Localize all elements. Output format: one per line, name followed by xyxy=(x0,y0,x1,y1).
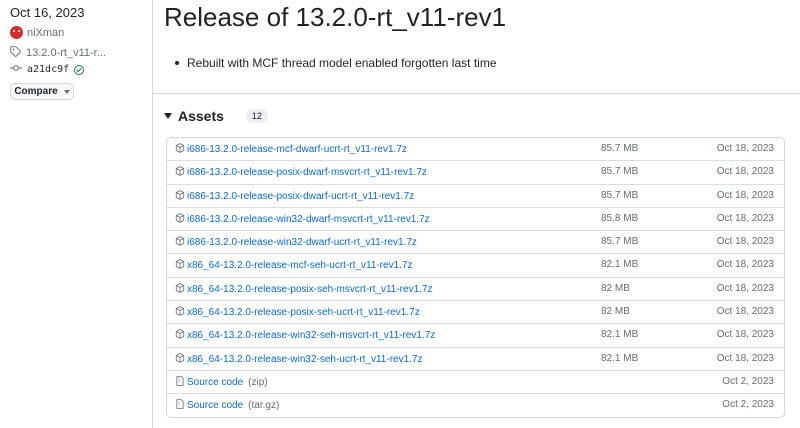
asset-link[interactable]: x86_64-13.2.0-release-mcf-seh-ucrt-rt_v1… xyxy=(175,259,417,272)
asset-name[interactable]: Source code xyxy=(187,377,243,388)
tag-link[interactable]: 13.2.0-rt_v11-r... xyxy=(10,46,106,60)
asset-row: i686-13.2.0-release-win32-dwarf-ucrt-rt_… xyxy=(167,231,784,255)
asset-date: Oct 18, 2023 xyxy=(716,143,774,154)
asset-row: i686-13.2.0-release-posix-dwarf-ucrt-rt_… xyxy=(167,185,784,208)
release-title: Release of 13.2.0-rt_v11-rev1 xyxy=(164,2,507,32)
asset-link[interactable]: i686-13.2.0-release-mcf-dwarf-ucrt-rt_v1… xyxy=(175,143,412,156)
asset-name[interactable]: i686-13.2.0-release-posix-dwarf-msvcrt-r… xyxy=(187,167,427,178)
asset-name[interactable]: i686-13.2.0-release-win32-dwarf-ucrt-rt_… xyxy=(187,237,417,248)
avatar xyxy=(10,26,23,39)
asset-name[interactable]: x86_64-13.2.0-release-mcf-seh-ucrt-rt_v1… xyxy=(187,260,412,271)
assets-toggle[interactable]: Assets 12 xyxy=(164,108,268,124)
compare-label: Compare xyxy=(14,86,58,97)
bullet xyxy=(175,61,179,65)
author-link[interactable]: niXman xyxy=(10,26,64,39)
asset-link[interactable]: Source code (zip) xyxy=(175,376,268,389)
asset-date: Oct 18, 2023 xyxy=(716,212,774,224)
commit-sha[interactable]: a21dc9f xyxy=(27,64,69,75)
asset-size: 85.7 MB xyxy=(601,189,639,201)
asset-link[interactable]: i686-13.2.0-release-win32-dwarf-ucrt-rt_… xyxy=(175,236,422,249)
git-commit-icon xyxy=(10,63,22,76)
asset-format: (tar.gz) xyxy=(248,400,280,412)
asset-link[interactable]: i686-13.2.0-release-win32-dwarf-msvcrt-r… xyxy=(175,213,435,226)
commit-link[interactable]: a21dc9f xyxy=(10,63,85,76)
asset-date: Oct 18, 2023 xyxy=(716,306,774,318)
asset-size: 82.1 MB xyxy=(601,352,639,364)
package-icon xyxy=(175,213,185,226)
asset-row: x86_64-13.2.0-release-posix-seh-ucrt-rt_… xyxy=(167,301,784,325)
assets-count-badge: 12 xyxy=(245,109,268,123)
package-icon xyxy=(175,143,185,156)
tag-icon xyxy=(10,46,21,60)
asset-name[interactable]: i686-13.2.0-release-win32-dwarf-msvcrt-r… xyxy=(187,214,430,225)
asset-row: Source code (zip) Oct 2, 2023 xyxy=(167,371,784,395)
assets-list: i686-13.2.0-release-mcf-dwarf-ucrt-rt_v1… xyxy=(166,137,785,418)
package-icon xyxy=(175,259,185,272)
asset-format: (zip) xyxy=(248,376,268,388)
asset-size: 82.1 MB xyxy=(601,329,639,341)
asset-row: x86_64-13.2.0-release-win32-seh-msvcrt-r… xyxy=(167,324,784,348)
asset-size: 85.7 MB xyxy=(601,143,639,154)
asset-date: Oct 18, 2023 xyxy=(716,166,774,178)
asset-name[interactable]: x86_64-13.2.0-release-win32-seh-ucrt-rt_… xyxy=(187,354,422,365)
release-date: Oct 16, 2023 xyxy=(10,5,85,20)
asset-date: Oct 18, 2023 xyxy=(716,282,774,294)
asset-size: 82 MB xyxy=(601,282,630,294)
asset-size: 85.8 MB xyxy=(601,212,639,224)
asset-name[interactable]: x86_64-13.2.0-release-posix-seh-msvcrt-r… xyxy=(187,284,432,295)
asset-size: 82 MB xyxy=(601,306,630,318)
package-icon xyxy=(175,352,185,366)
asset-link[interactable]: i686-13.2.0-release-posix-dwarf-ucrt-rt_… xyxy=(175,189,419,203)
verified-check-icon xyxy=(74,64,85,75)
package-icon xyxy=(175,306,185,319)
asset-row: Source code (tar.gz) Oct 2, 2023 xyxy=(167,394,784,417)
sidebar-divider xyxy=(152,0,153,428)
compare-button[interactable]: Compare xyxy=(10,83,74,100)
package-icon xyxy=(175,236,185,249)
asset-date: Oct 18, 2023 xyxy=(716,236,774,248)
asset-link[interactable]: i686-13.2.0-release-posix-dwarf-msvcrt-r… xyxy=(175,166,432,179)
asset-row: x86_64-13.2.0-release-posix-seh-msvcrt-r… xyxy=(167,278,784,302)
package-icon xyxy=(175,166,185,179)
release-note-text: Rebuilt with MCF thread model enabled fo… xyxy=(187,56,497,70)
package-icon xyxy=(175,329,185,342)
tag-label[interactable]: 13.2.0-rt_v11-r... xyxy=(26,47,106,59)
section-divider xyxy=(153,93,800,94)
release-sidebar: Oct 16, 2023 niXman 13.2.0-rt_v11-r... a… xyxy=(0,0,152,428)
asset-date: Oct 18, 2023 xyxy=(716,259,774,271)
asset-size: 85.7 MB xyxy=(601,166,639,178)
asset-row: i686-13.2.0-release-mcf-dwarf-ucrt-rt_v1… xyxy=(167,138,784,162)
asset-link[interactable]: x86_64-13.2.0-release-posix-seh-msvcrt-r… xyxy=(175,282,437,296)
asset-date: Oct 18, 2023 xyxy=(716,352,774,364)
author-name[interactable]: niXman xyxy=(27,27,64,39)
release-notes-item: Rebuilt with MCF thread model enabled fo… xyxy=(175,56,497,70)
chevron-down-icon xyxy=(63,89,70,94)
file-zip-icon xyxy=(175,376,185,389)
package-icon xyxy=(175,282,185,296)
asset-link[interactable]: x86_64-13.2.0-release-posix-seh-ucrt-rt_… xyxy=(175,306,425,319)
asset-name[interactable]: i686-13.2.0-release-mcf-dwarf-ucrt-rt_v1… xyxy=(187,144,407,155)
package-icon xyxy=(175,189,185,203)
asset-size: 85.7 MB xyxy=(601,236,639,248)
asset-row: x86_64-13.2.0-release-mcf-seh-ucrt-rt_v1… xyxy=(167,254,784,278)
asset-row: i686-13.2.0-release-win32-dwarf-msvcrt-r… xyxy=(167,208,784,232)
asset-size: 82.1 MB xyxy=(601,259,639,271)
asset-name[interactable]: x86_64-13.2.0-release-win32-seh-msvcrt-r… xyxy=(187,330,435,341)
asset-date: Oct 18, 2023 xyxy=(716,329,774,341)
asset-name[interactable]: x86_64-13.2.0-release-posix-seh-ucrt-rt_… xyxy=(187,307,420,318)
assets-label[interactable]: Assets xyxy=(178,108,224,124)
asset-link[interactable]: Source code (tar.gz) xyxy=(175,399,279,412)
triangle-down-icon xyxy=(164,113,172,119)
asset-link[interactable]: x86_64-13.2.0-release-win32-seh-msvcrt-r… xyxy=(175,329,440,342)
asset-name[interactable]: Source code xyxy=(187,400,243,411)
asset-date: Oct 2, 2023 xyxy=(722,399,774,411)
asset-date: Oct 2, 2023 xyxy=(722,375,774,387)
asset-row: x86_64-13.2.0-release-win32-seh-ucrt-rt_… xyxy=(167,348,784,371)
file-zip-icon xyxy=(175,399,185,412)
asset-name[interactable]: i686-13.2.0-release-posix-dwarf-ucrt-rt_… xyxy=(187,191,414,202)
asset-date: Oct 18, 2023 xyxy=(716,189,774,201)
asset-link[interactable]: x86_64-13.2.0-release-win32-seh-ucrt-rt_… xyxy=(175,352,427,366)
asset-row: i686-13.2.0-release-posix-dwarf-msvcrt-r… xyxy=(167,161,784,185)
